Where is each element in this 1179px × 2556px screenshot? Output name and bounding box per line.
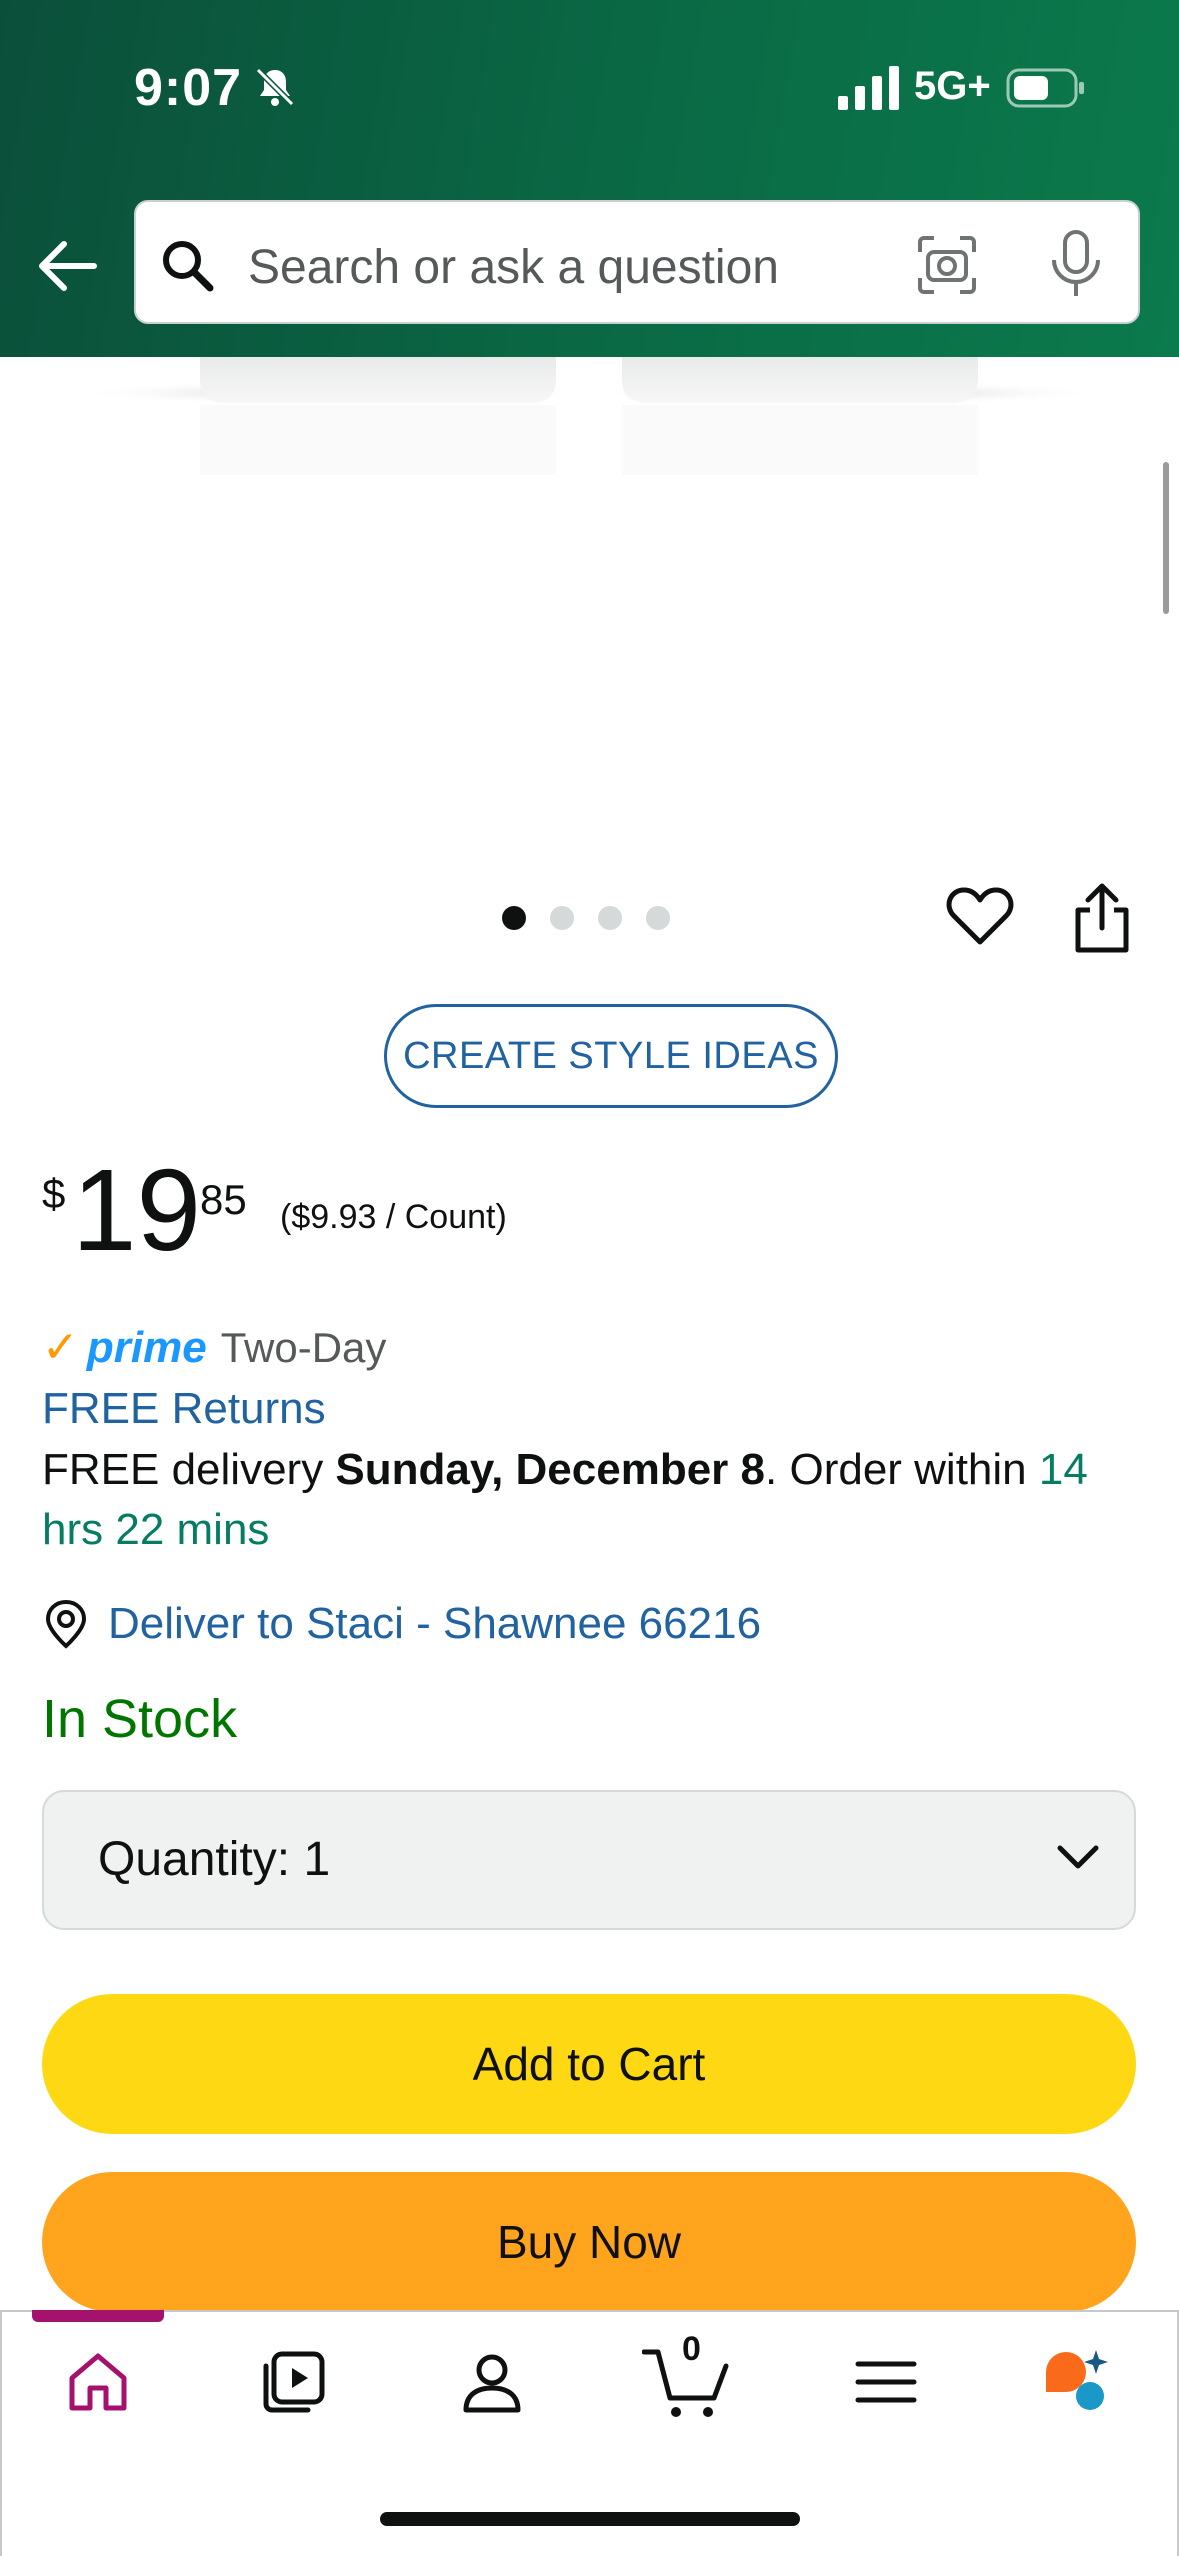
quantity-select[interactable]: Quantity: 1	[42, 1790, 1136, 1930]
product-image[interactable]	[60, 357, 1120, 487]
rufus-icon[interactable]	[1040, 2346, 1112, 2418]
search-bar[interactable]: Search or ask a question	[134, 200, 1140, 324]
back-arrow-icon[interactable]	[36, 238, 98, 294]
price-whole: 19	[72, 1145, 202, 1275]
free-returns-link[interactable]: FREE Returns	[42, 1384, 326, 1434]
microphone-icon[interactable]	[1048, 230, 1104, 298]
quantity-label: Quantity: 1	[98, 1833, 331, 1886]
chevron-down-icon	[1057, 1845, 1099, 1869]
deliver-to-link[interactable]: Deliver to Staci - Shawnee 66216	[42, 1598, 761, 1650]
delivery-info: FREE delivery Sunday, December 8. Order …	[42, 1440, 1142, 1560]
prime-check-icon: ✓	[42, 1323, 79, 1372]
unit-price: ($9.93 / Count)	[280, 1198, 507, 1236]
carousel-dot-3[interactable]	[598, 906, 622, 930]
buy-now-button[interactable]: Buy Now	[42, 2172, 1136, 2312]
video-icon[interactable]	[258, 2346, 330, 2418]
carousel-dot-4[interactable]	[646, 906, 670, 930]
deliver-to-text[interactable]: Deliver to Staci - Shawnee 66216	[108, 1599, 761, 1649]
prime-label: Two-Day	[220, 1323, 387, 1371]
signal-icon	[838, 66, 899, 110]
scrollbar[interactable]	[1163, 462, 1169, 614]
account-icon[interactable]	[456, 2346, 528, 2418]
price-symbol: $	[42, 1170, 66, 1217]
share-icon[interactable]	[1070, 882, 1134, 954]
menu-icon[interactable]	[850, 2346, 922, 2418]
cart-button[interactable]: 0	[642, 2330, 732, 2420]
search-icon	[163, 241, 214, 292]
create-style-ideas-button[interactable]: CREATE STYLE IDEAS	[384, 1004, 838, 1108]
nav-active-indicator	[32, 2310, 164, 2322]
image-carousel-dots[interactable]	[502, 906, 670, 930]
prime-logo: prime	[86, 1322, 207, 1372]
location-pin-icon	[45, 1599, 87, 1649]
heart-icon[interactable]	[946, 884, 1014, 948]
delivery-date: Sunday, December 8	[335, 1445, 766, 1494]
delivery-middle: . Order within	[765, 1445, 1039, 1494]
home-indicator	[380, 2512, 800, 2526]
carousel-dot-2[interactable]	[550, 906, 574, 930]
price-fraction: 85	[200, 1176, 247, 1223]
quantity-value: 1	[303, 1833, 331, 1886]
home-icon[interactable]	[62, 2346, 134, 2418]
silent-bell-icon	[255, 67, 295, 107]
prime-badge: ✓ prime Two-Day	[42, 1322, 386, 1373]
network-type: 5G+	[914, 64, 991, 108]
delivery-prefix: FREE delivery	[42, 1445, 336, 1494]
status-time: 9:07	[134, 59, 243, 117]
battery-icon	[1006, 68, 1084, 108]
add-to-cart-button[interactable]: Add to Cart	[42, 1994, 1136, 2134]
search-input[interactable]: Search or ask a question	[248, 240, 779, 295]
camera-search-icon[interactable]	[916, 234, 978, 296]
cart-count: 0	[682, 2330, 701, 2368]
stock-status: In Stock	[42, 1689, 238, 1749]
carousel-dot-1[interactable]	[502, 906, 526, 930]
